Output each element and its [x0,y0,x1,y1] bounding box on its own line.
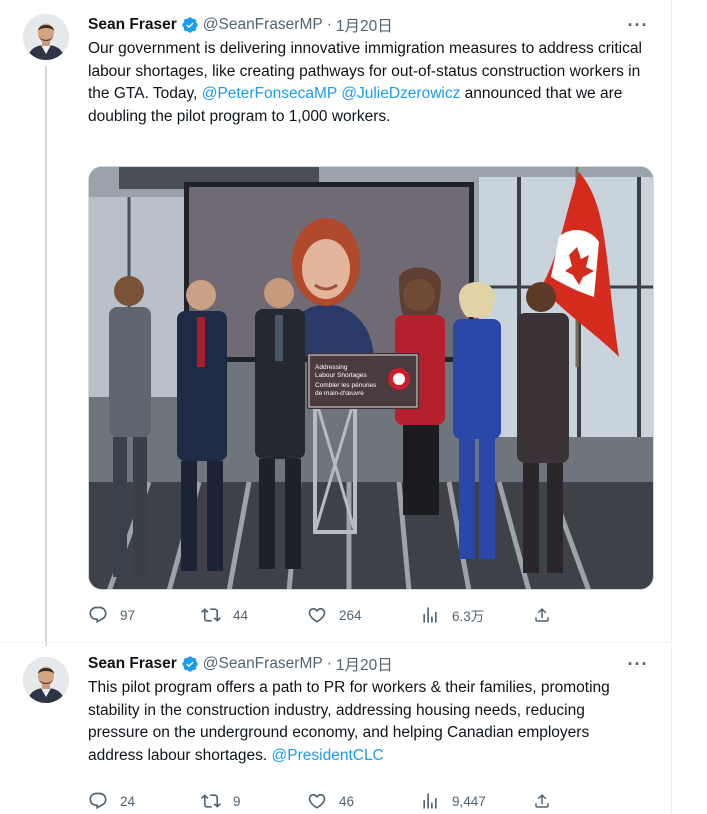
share-icon [535,607,549,622]
tweet-header: Sean Fraser @SeanFraserMP · 1月20日 [88,14,652,36]
views-count: 6.3万 [452,609,485,624]
mention-link[interactable]: @JulieDzerowicz [341,85,460,102]
reply-count: 97 [120,607,136,623]
avatar[interactable] [23,14,69,60]
sign-text: Addressing [315,364,348,371]
mention-link[interactable]: @PresidentCLC [272,747,384,764]
author-display-name[interactable]: Sean Fraser [88,655,177,673]
mention-link[interactable]: @PeterFonsecaMP [202,85,337,102]
verified-badge-icon [182,17,198,33]
reply-icon [89,792,107,810]
retweet-count: 9 [233,793,241,809]
author-handle[interactable]: @SeanFraserMP [203,655,323,673]
views-button[interactable]: 9,447 [420,790,533,812]
tweet[interactable]: Sean Fraser @SeanFraserMP · 1月20日 ··· Th… [0,642,672,814]
more-icon[interactable]: ··· [624,653,652,675]
share-button[interactable] [533,604,563,626]
separator-dot: · [326,16,332,33]
tweet-text: Our government is delivering innovative … [88,38,648,128]
sign-text: Labour Shortages [315,372,367,379]
views-icon [423,793,437,809]
like-button[interactable]: 264 [307,604,420,626]
tweet-photo[interactable]: Addressing Labour Shortages Combler les … [88,166,654,590]
reply-button[interactable]: 24 [88,790,201,812]
share-button[interactable] [533,790,563,812]
retweet-icon [201,608,221,622]
like-count: 264 [339,607,362,623]
tweet-content: Sean Fraser @SeanFraserMP · 1月20日 ··· Th… [88,653,652,810]
verified-badge-icon [182,656,198,672]
retweet-button[interactable]: 9 [201,790,307,812]
sign-text: de main-d'œuvre [315,390,364,397]
retweet-button[interactable]: 44 [201,604,307,626]
views-count: 9,447 [452,793,486,809]
reply-icon [89,606,107,624]
views-button[interactable]: 6.3万 [420,604,533,626]
thread-line [45,66,47,646]
retweet-count: 44 [233,607,249,623]
reply-count: 24 [120,793,136,809]
retweet-icon [201,794,221,808]
tweet-timestamp[interactable]: 1月20日 [336,14,393,36]
reply-button[interactable]: 97 [88,604,201,626]
sign-text: Combler les pénuries [315,382,377,389]
more-icon[interactable]: ··· [624,14,652,36]
photo-illustration: Addressing Labour Shortages Combler les … [89,167,653,589]
avatar[interactable] [23,657,69,703]
tweet-text: This pilot program offers a path to PR f… [88,677,648,767]
tweet-header: Sean Fraser @SeanFraserMP · 1月20日 [88,653,652,675]
tweet-timestamp[interactable]: 1月20日 [336,653,393,675]
share-icon [535,793,549,808]
tweet-actions: 24 9 46 9,447 [88,790,568,812]
separator-dot: · [326,655,332,672]
like-count: 46 [339,793,355,809]
timeline: Sean Fraser @SeanFraserMP · 1月20日 ··· Ou… [0,0,672,814]
views-icon [423,607,437,623]
tweet[interactable]: Sean Fraser @SeanFraserMP · 1月20日 ··· Ou… [0,0,672,646]
tweet-content: Sean Fraser @SeanFraserMP · 1月20日 ··· Ou… [88,14,654,624]
tweet-actions: 97 44 264 6.3万 [88,604,568,626]
author-handle[interactable]: @SeanFraserMP [203,16,323,34]
like-icon [308,607,326,623]
like-button[interactable]: 46 [307,790,420,812]
author-display-name[interactable]: Sean Fraser [88,16,177,34]
like-icon [308,793,326,809]
